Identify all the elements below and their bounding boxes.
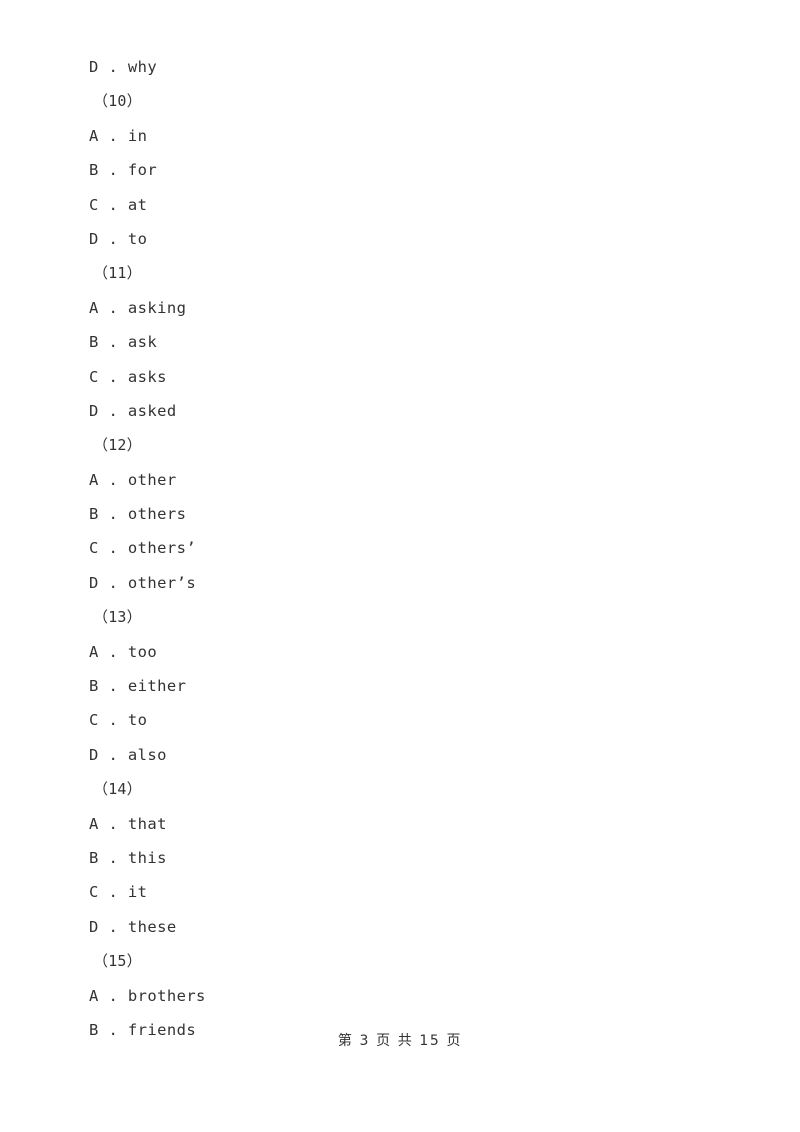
- answer-option: C . at: [89, 195, 148, 214]
- question-number: （15）: [93, 952, 142, 971]
- answer-option: A . too: [89, 642, 158, 661]
- answer-option: C . asks: [89, 367, 167, 386]
- answer-option: D . why: [89, 58, 158, 76]
- question-number: （11）: [93, 264, 142, 283]
- question-number: （13）: [93, 608, 142, 627]
- question-number: （10）: [93, 92, 142, 111]
- answer-option: A . brothers: [89, 986, 206, 1005]
- answer-option: B . this: [89, 848, 167, 867]
- answer-option: D . asked: [89, 401, 177, 420]
- page-number-footer: 第 3 页 共 15 页: [337, 1033, 463, 1049]
- answer-option: A . other: [89, 470, 177, 489]
- answer-option: A . that: [89, 814, 167, 833]
- answer-option: C . to: [89, 711, 148, 730]
- answer-option: B . for: [89, 161, 158, 180]
- document-page: D . why （10） A . in B . for C . at D . to （11）…: [0, 0, 800, 1132]
- answer-option: A . in: [89, 126, 148, 145]
- question-number: （14）: [93, 780, 142, 799]
- answer-option: D . to: [89, 229, 148, 248]
- answer-option: D . these: [89, 917, 177, 936]
- question-number: （12）: [93, 436, 142, 455]
- answer-option: B . others: [89, 505, 187, 524]
- answer-option: D . also: [89, 745, 167, 764]
- answer-option: D . other’s: [89, 573, 197, 592]
- answer-option: A . asking: [89, 298, 187, 317]
- question-list: D . why （10） A . in B . for C . at D . to （11）…: [89, 50, 709, 1047]
- answer-option: B . either: [89, 677, 187, 696]
- answer-option: C . it: [89, 883, 148, 902]
- answer-option: B . ask: [89, 333, 158, 352]
- answer-option: C . others’: [89, 539, 197, 558]
